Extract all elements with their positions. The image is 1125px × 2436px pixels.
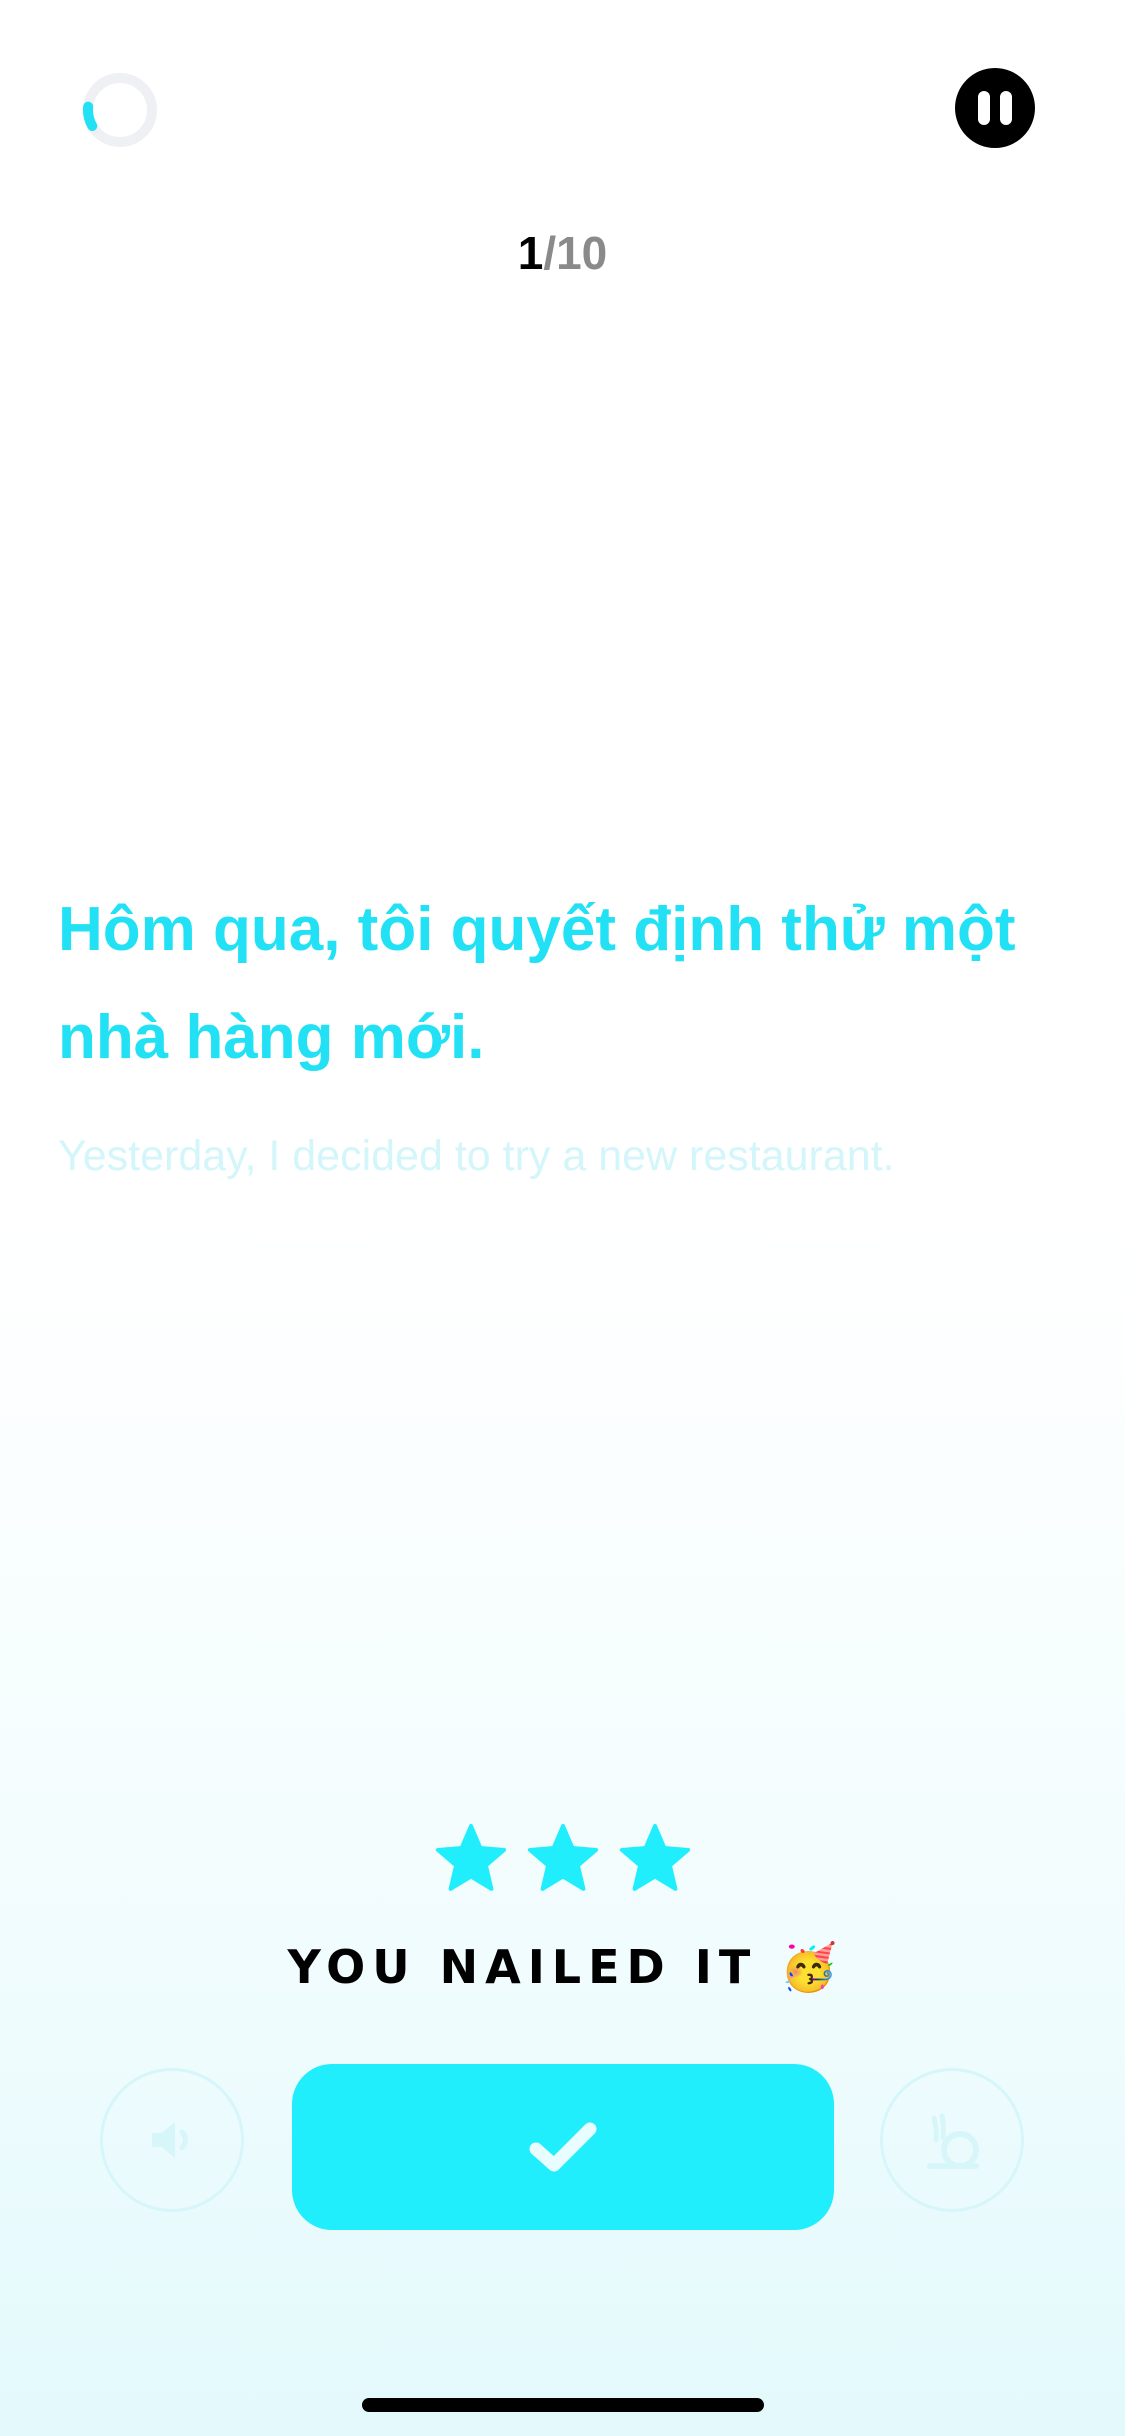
star-icon bbox=[435, 1823, 506, 1891]
star-icon bbox=[619, 1823, 690, 1891]
slow-audio-button[interactable] bbox=[880, 2068, 1024, 2212]
progress-ring-icon bbox=[82, 73, 157, 147]
home-indicator bbox=[362, 2398, 764, 2412]
pause-icon-bar bbox=[1000, 91, 1012, 125]
question-counter: 1/10 bbox=[0, 226, 1125, 280]
star-rating bbox=[0, 1820, 1125, 1898]
sentence-translation: Yesterday, I decided to try a new restau… bbox=[58, 1132, 895, 1180]
counter-separator: / bbox=[543, 227, 557, 279]
pause-button[interactable] bbox=[955, 68, 1035, 148]
target-sentence: Hôm qua, tôi quyết định thử một nhà hàng… bbox=[58, 895, 1016, 1072]
checkmark-icon bbox=[529, 2122, 597, 2172]
continue-button[interactable] bbox=[292, 2064, 834, 2230]
speaker-icon bbox=[152, 2122, 188, 2158]
snail-icon bbox=[927, 2113, 979, 2169]
total-questions: 10 bbox=[556, 227, 608, 279]
current-question: 1 bbox=[517, 227, 544, 279]
party-face-icon: 🥳 bbox=[780, 1940, 838, 1994]
success-message: YOU NAILED IT 🥳 bbox=[0, 1940, 1125, 1995]
pause-icon bbox=[978, 91, 990, 125]
star-icon bbox=[527, 1823, 598, 1891]
success-text: YOU NAILED IT bbox=[287, 1940, 758, 1994]
play-audio-button[interactable] bbox=[100, 2068, 244, 2212]
